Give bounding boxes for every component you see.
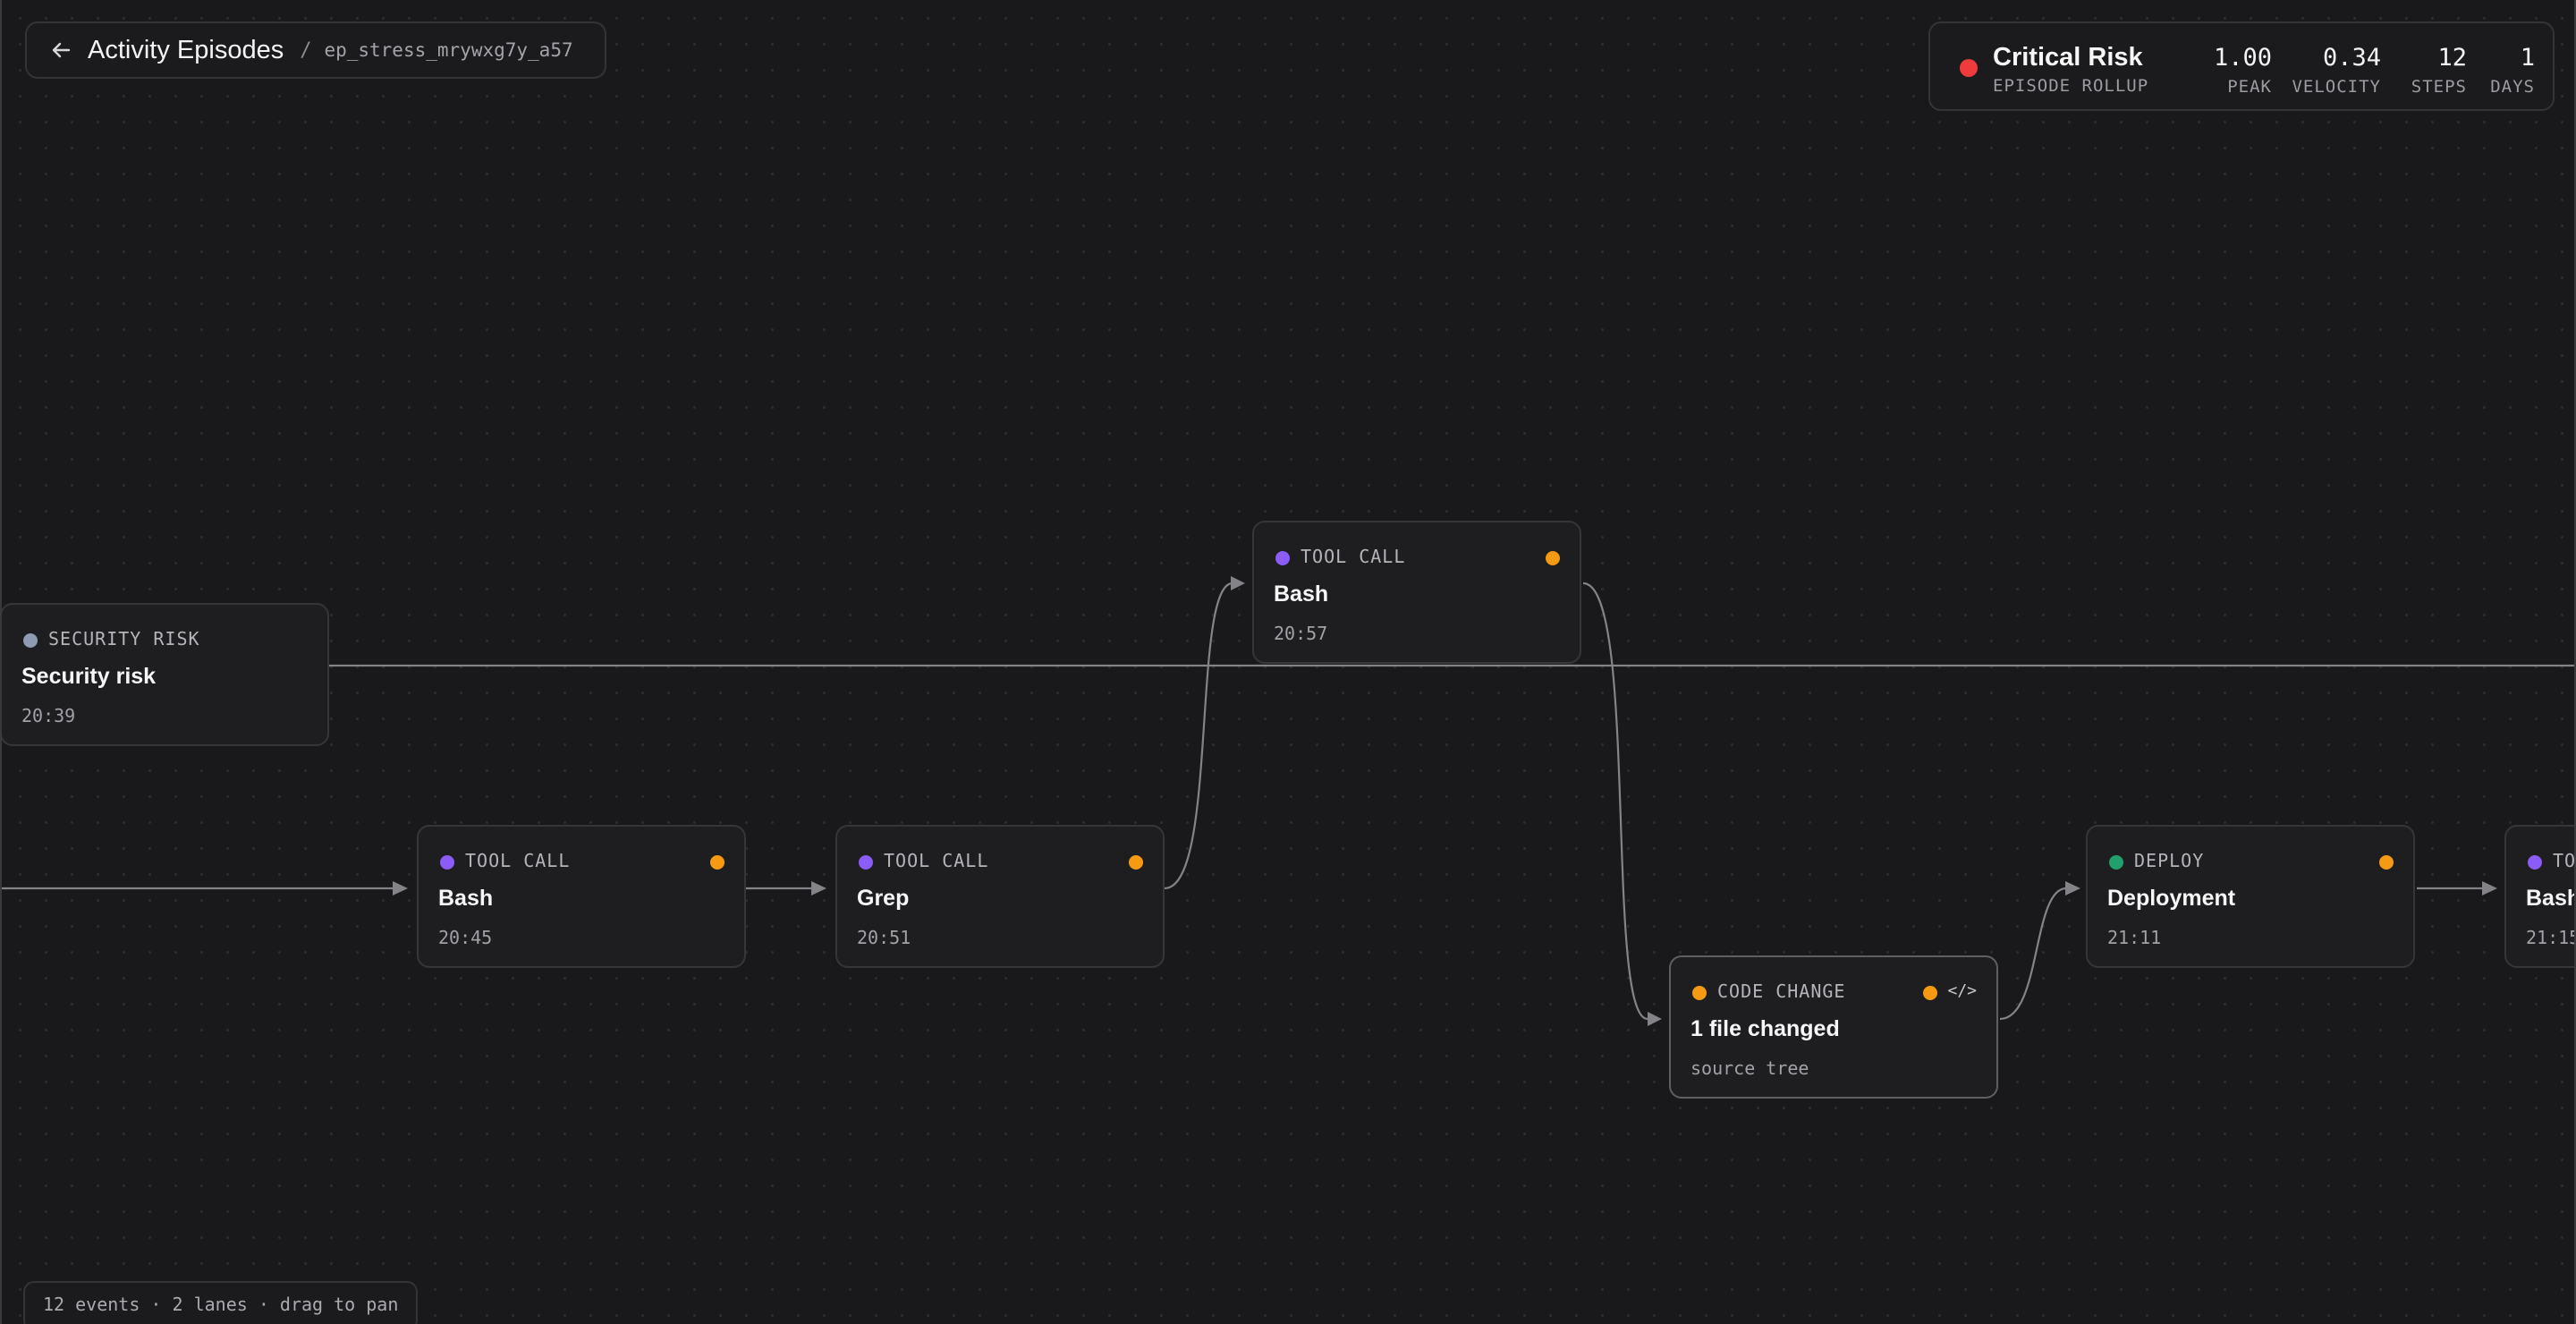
risk-subtitle: EPISODE ROLLUP xyxy=(1993,76,2149,96)
risk-rollup-panel: Critical Risk EPISODE ROLLUP 1.00 PEAK 0… xyxy=(1928,21,2555,111)
edge-bash-code xyxy=(1582,581,1648,1021)
node-time: 20:39 xyxy=(21,705,76,726)
kind-dot xyxy=(2109,855,2123,870)
edge-code-deploy xyxy=(1999,887,2067,1021)
stat-label: PEAK xyxy=(2227,77,2272,97)
edge-grep-bash-top-arrow xyxy=(1231,576,1245,590)
episode-id: ep_stress_mrywxg7y_a57 xyxy=(324,39,573,61)
node-kind-label: TOOL CALL xyxy=(884,850,989,871)
node-tool-call-bash[interactable]: TOOL CALL Bash 20:45 xyxy=(417,825,746,968)
canvas-summary: 12 events · 2 lanes · drag to pan xyxy=(23,1281,419,1324)
stat-value: 12 xyxy=(2437,44,2467,72)
node-code-change[interactable]: CODE CHANGE </> 1 file changed source tr… xyxy=(1669,955,1998,1099)
node-tool-call-bash-top[interactable]: TOOL CALL Bash 20:57 xyxy=(1252,521,1581,664)
status-dot xyxy=(1546,551,1560,565)
kind-dot xyxy=(1275,551,1290,565)
kind-dot xyxy=(440,855,454,870)
node-time: 21:15 xyxy=(2526,927,2576,948)
node-title: Bash xyxy=(438,886,494,911)
kind-dot xyxy=(2528,855,2542,870)
status-dot xyxy=(1129,855,1143,870)
episode-canvas[interactable]: SECURITY RISK Security risk 20:39 TOOL C… xyxy=(0,0,2576,1324)
stat-peak: 1.00 PEAK xyxy=(2182,43,2272,100)
node-time: 20:45 xyxy=(438,927,493,948)
node-tool-call-bash-last[interactable]: TOOL CALL Bash 21:15 xyxy=(2504,825,2576,968)
edge-grep-bash-top xyxy=(1164,581,1233,890)
stat-value: 0.34 xyxy=(2322,44,2381,72)
edge-into-bash-1-arrow xyxy=(393,881,408,895)
kind-dot xyxy=(1692,986,1707,1000)
node-tool-call-grep[interactable]: TOOL CALL Grep 20:51 xyxy=(835,825,1165,968)
stat-steps: 12 STEPS xyxy=(2390,43,2467,100)
node-title: Grep xyxy=(857,886,910,911)
code-icon: </> xyxy=(1947,981,1977,1000)
stat-value: 1 xyxy=(2520,44,2535,72)
node-deploy[interactable]: DEPLOY Deployment 21:11 xyxy=(2086,825,2415,968)
status-dot xyxy=(1923,986,1937,1000)
node-kind-label: DEPLOY xyxy=(2134,850,2205,871)
stat-label: DAYS xyxy=(2490,77,2535,97)
breadcrumb-activity-episodes[interactable]: Activity Episodes xyxy=(88,36,284,65)
risk-level-dot xyxy=(1960,59,1978,77)
node-title: 1 file changed xyxy=(1690,1016,1840,1041)
edge-code-deploy-arrow xyxy=(2065,881,2080,895)
kind-dot xyxy=(859,855,873,870)
kind-dot xyxy=(23,633,38,648)
node-title: Bash xyxy=(2526,886,2576,911)
stat-value: 1.00 xyxy=(2213,44,2272,72)
arrow-left-icon[interactable] xyxy=(47,36,75,64)
edge-deploy-bash-arrow xyxy=(2482,881,2497,895)
stat-days: 1 DAYS xyxy=(2476,43,2535,100)
breadcrumb-separator: / xyxy=(300,38,312,62)
node-kind-label: CODE CHANGE xyxy=(1717,980,1846,1002)
stat-label: VELOCITY xyxy=(2292,77,2381,97)
status-dot xyxy=(710,855,724,870)
node-title: Security risk xyxy=(21,664,157,689)
edge-bash-code-arrow xyxy=(1648,1012,1662,1026)
stat-label: STEPS xyxy=(2411,77,2467,97)
node-meta: source tree xyxy=(1690,1057,1809,1079)
risk-level: Critical Risk xyxy=(1993,43,2143,72)
node-time: 20:57 xyxy=(1274,623,1328,644)
edge-bash-grep-arrow xyxy=(811,881,826,895)
stat-velocity: 0.34 VELOCITY xyxy=(2270,43,2381,100)
node-title: Deployment xyxy=(2107,886,2236,911)
node-kind-label: SECURITY RISK xyxy=(48,628,200,649)
node-security-risk[interactable]: SECURITY RISK Security risk 20:39 xyxy=(2,603,329,746)
node-kind-label: TOOL CALL xyxy=(1301,546,1406,567)
breadcrumb: Activity Episodes / ep_stress_mrywxg7y_a… xyxy=(25,21,606,79)
node-time: 21:11 xyxy=(2107,927,2162,948)
status-dot xyxy=(2379,855,2394,870)
node-kind-label: TOOL CALL xyxy=(2553,850,2576,871)
node-title: Bash xyxy=(1274,581,1329,607)
node-time: 20:51 xyxy=(857,927,911,948)
node-kind-label: TOOL CALL xyxy=(465,850,571,871)
